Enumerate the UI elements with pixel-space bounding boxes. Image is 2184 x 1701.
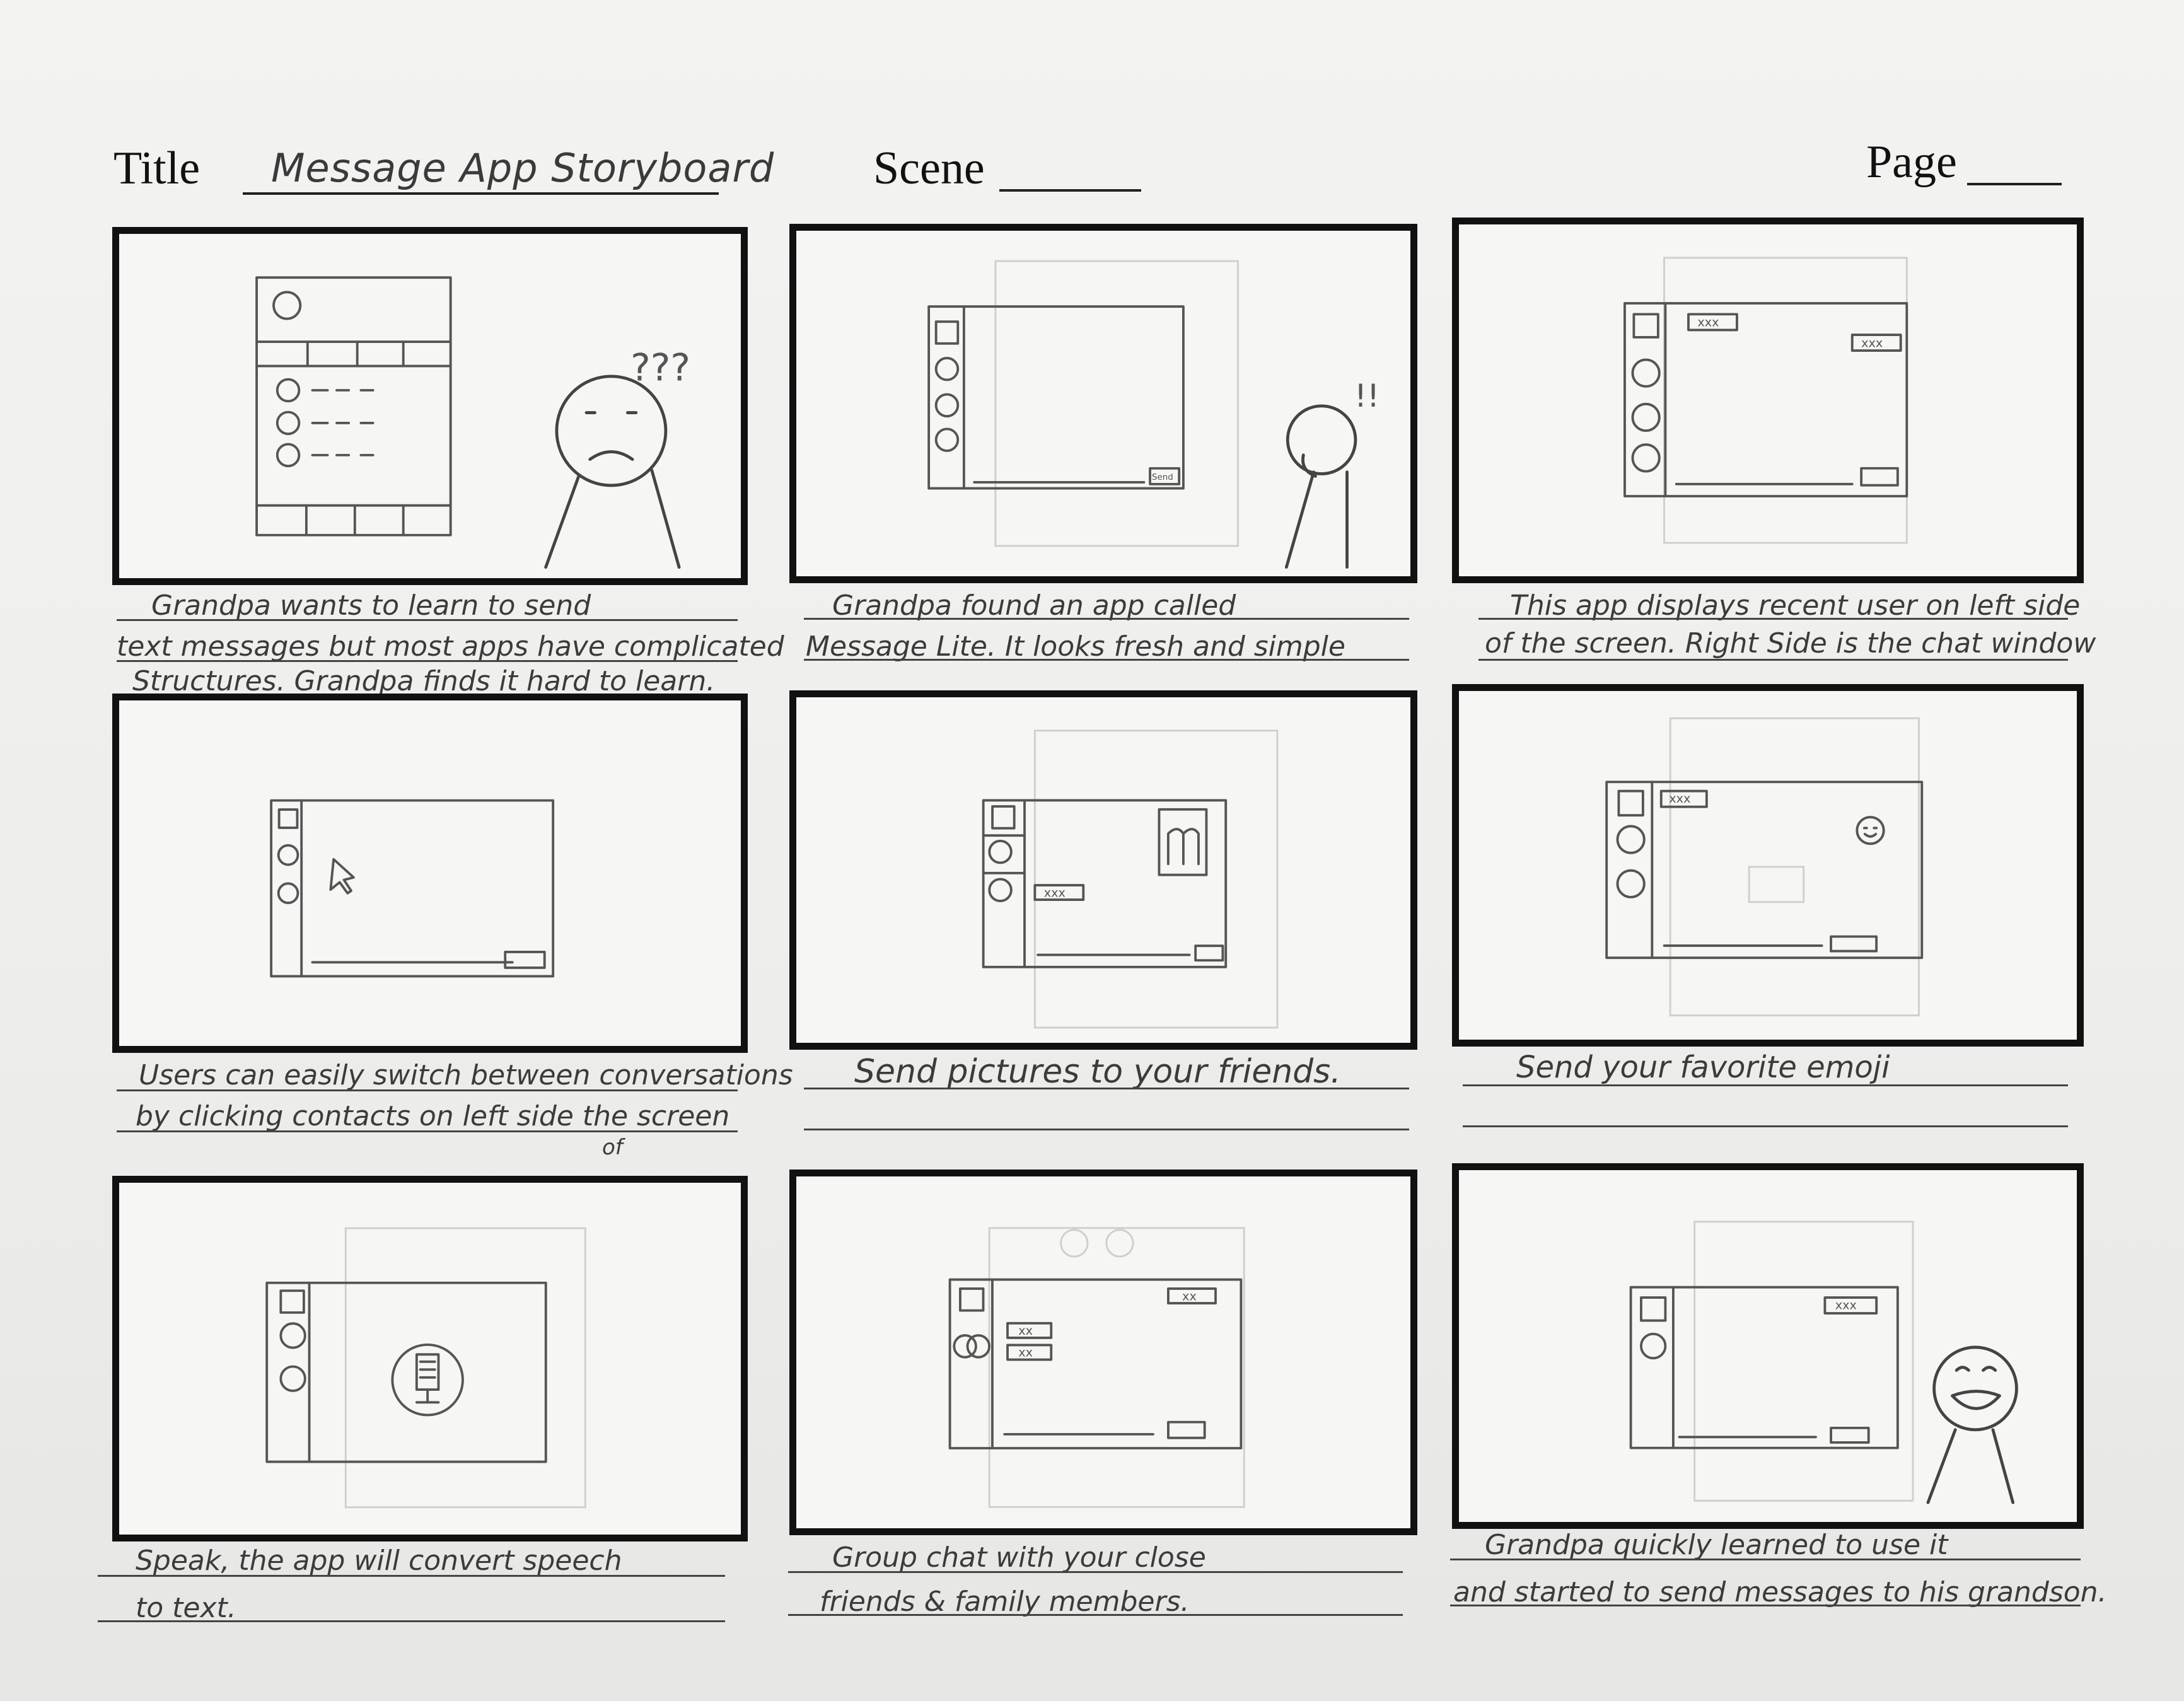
message-mark-2: xxx [1861, 335, 1883, 350]
panel-9-caption-rule-1 [1450, 1559, 2081, 1560]
panel-2-caption-rule-1 [804, 618, 1409, 620]
panel-8-sketch: xx xx xx [948, 1227, 1245, 1508]
panel-9-sketch: xxx [1629, 1221, 2018, 1504]
title-label: Title [113, 142, 200, 194]
panel-1-caption-line-2: text messages but most apps have complic… [117, 630, 784, 663]
panel-2: Send !! [789, 224, 1417, 583]
panel-5-caption-rule-1 [804, 1088, 1409, 1089]
panel-8-caption-line-2: friends & family members. [820, 1586, 1190, 1618]
exclamation-marks: !! [1354, 378, 1380, 414]
message-mark-1: xx [1018, 1323, 1033, 1338]
panel-8-caption-rule-1 [788, 1571, 1403, 1573]
message-mark: xxx [1669, 791, 1690, 806]
panel-6: xxx [1452, 684, 2084, 1047]
panel-6-sketch: xxx [1605, 717, 1924, 1016]
panel-1-caption-rule-1 [117, 619, 738, 621]
panel-5: xxx [789, 690, 1417, 1050]
panel-4-caption-line-2: by clicking contacts on left side the sc… [136, 1100, 730, 1132]
message-mark-3: xx [1182, 1289, 1197, 1303]
message-mark-2: xx [1018, 1345, 1033, 1360]
panel-6-caption-rule-2 [1463, 1125, 2068, 1127]
panel-1-caption-line-3: Structures. Grandpa finds it hard to lea… [132, 665, 716, 697]
panel-5-caption-line-1: Send pictures to your friends. [854, 1053, 1341, 1091]
panel-5-sketch: xxx [982, 729, 1279, 1029]
panel-7-caption-line-1: Speak, the app will convert speech [136, 1545, 622, 1577]
panel-8: xx xx xx [789, 1170, 1417, 1535]
message-mark: xxx [1835, 1298, 1857, 1312]
panel-7-caption-rule-1 [98, 1575, 725, 1577]
panel-3-sketch: xxx xxx [1623, 257, 1908, 544]
panel-2-caption-rule-2 [804, 659, 1409, 661]
panel-7 [112, 1176, 748, 1541]
panel-1-sketch: ??? [255, 276, 690, 569]
page-label: Page [1866, 136, 1957, 188]
panel-4-sketch [270, 799, 555, 978]
panel-6-caption-rule-1 [1463, 1084, 2068, 1086]
scene-blank [999, 189, 1141, 192]
panel-3-caption-rule-2 [1478, 659, 2068, 661]
panel-4-caption-rule-2 [117, 1130, 738, 1132]
panel-3-caption-rule-1 [1478, 618, 2068, 620]
panel-3-caption-line-1: This app displays recent user on left si… [1510, 589, 2081, 622]
page-blank [1967, 183, 2062, 185]
title-underline [243, 192, 719, 195]
panel-3-caption-line-2: of the screen. Right Side is the chat wi… [1485, 627, 2096, 659]
panel-4-caption-line-3: of [602, 1135, 623, 1160]
storyboard-sheet: Title Message App Storyboard Scene Page … [0, 0, 2184, 1701]
panel-6-caption-line-1: Send your favorite emoji [1516, 1050, 1890, 1085]
panel-1-caption-line-1: Grandpa wants to learn to send [151, 589, 591, 622]
panel-4 [112, 694, 748, 1053]
panel-2-caption-line-1: Grandpa found an app called [832, 589, 1236, 622]
panel-7-caption-line-2: to text. [136, 1592, 236, 1624]
panel-8-caption-line-1: Group chat with your close [832, 1541, 1206, 1574]
panel-1: ??? [112, 227, 748, 585]
panel-2-sketch: Send !! [927, 260, 1380, 569]
panel-3: xxx xxx [1452, 218, 2084, 583]
panel-4-caption-line-1: Users can easily switch between conversa… [139, 1059, 793, 1091]
panel-8-caption-rule-2 [788, 1614, 1403, 1616]
panel-4-caption-rule-1 [117, 1089, 738, 1091]
panel-9-caption-rule-2 [1450, 1605, 2081, 1606]
message-mark: xxx [1044, 885, 1066, 900]
panel-9: xxx [1452, 1163, 2084, 1529]
panel-2-caption-line-2: Message Lite. It looks fresh and simple [806, 630, 1345, 663]
panel-9-caption-line-2: and started to send messages to his gran… [1453, 1576, 2107, 1608]
panel-9-caption-line-1: Grandpa quickly learned to use it [1485, 1529, 1948, 1561]
storyboard-title: Message App Storyboard [271, 145, 775, 191]
panel-7-caption-rule-2 [98, 1620, 725, 1622]
panel-7-sketch [265, 1227, 586, 1509]
question-marks: ??? [630, 347, 690, 390]
panel-1-caption-rule-2 [117, 660, 738, 662]
send-mark: Send [1152, 473, 1173, 482]
panel-5-caption-rule-2 [804, 1129, 1409, 1130]
scene-label: Scene [873, 142, 985, 194]
message-mark-1: xxx [1697, 315, 1719, 330]
